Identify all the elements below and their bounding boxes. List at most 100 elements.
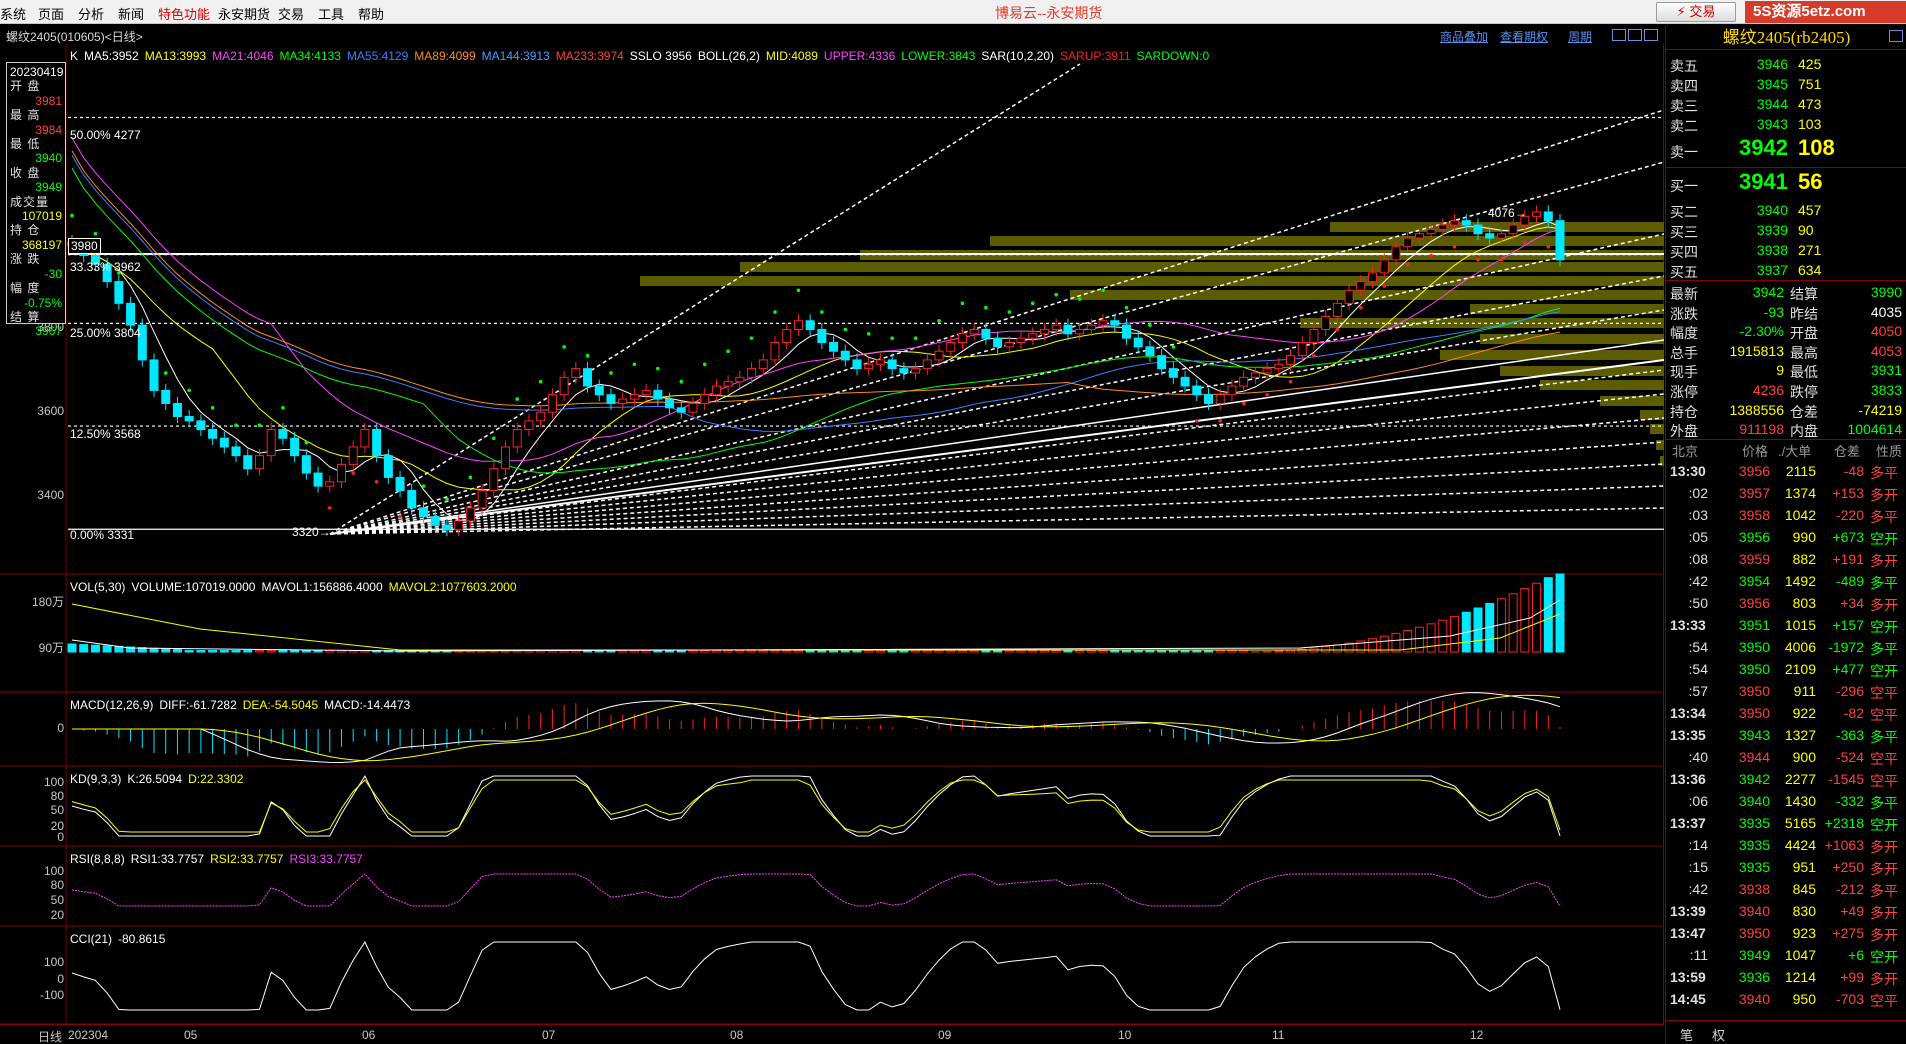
tick-row: 13:33 3951 1015 +157 空开 [1666, 614, 1906, 636]
tick-row: 13:39 3940 830 +49 多开 [1666, 900, 1906, 922]
view-options-link[interactable]: 查看期权 [1500, 28, 1548, 45]
stat-value: 911198 [1739, 421, 1784, 438]
menu-item-5[interactable]: 永安期货 [218, 4, 270, 23]
cci-legend-item-0: CCI(21) [70, 932, 113, 946]
candle-body [1121, 324, 1131, 339]
tick-volume: 2115 [1785, 463, 1816, 479]
chart-area[interactable]: K MA5:3952 MA13:3993 MA21:4046 MA34:4133 MA55… [0, 44, 1664, 1024]
tick-time: :11 [1689, 947, 1708, 963]
window-split-icon[interactable] [1628, 29, 1642, 41]
overlay-commodity-link[interactable]: 商品叠加 [1440, 28, 1488, 45]
candle-body [1309, 328, 1319, 344]
tick-row: 13:37 3935 5165 +2318 空开 [1666, 812, 1906, 834]
tick-volume: 1042 [1784, 507, 1816, 523]
volume-bar [911, 650, 921, 653]
info-line-12: 368197 [21, 237, 62, 252]
ask-row-3[interactable]: 卖二 3943 103 [1666, 114, 1906, 134]
candle-body [348, 446, 358, 465]
volume-bar [1086, 650, 1096, 653]
candle-body [665, 398, 675, 409]
sar-dot [1148, 323, 1152, 327]
menu-item-1[interactable]: 页面 [38, 4, 64, 23]
tab-rights[interactable]: 权 [1712, 1025, 1725, 1044]
candle-body [829, 342, 839, 352]
period-link[interactable]: 周期 [1568, 28, 1592, 45]
volume-bar [758, 650, 768, 653]
menu-item-3[interactable]: 新闻 [118, 4, 144, 23]
sar-dot [632, 362, 637, 367]
sar-dot [1194, 419, 1199, 423]
volume-bar [1063, 650, 1073, 653]
sar-dot [1218, 419, 1223, 423]
window-layout-icon[interactable] [1644, 29, 1658, 41]
fan-line-4 [329, 275, 1664, 535]
bid-row-4[interactable]: 买五 3937 634 [1666, 260, 1906, 280]
candle-body [161, 389, 171, 404]
ask-row-4[interactable]: 卖一 3942 108 [1666, 135, 1906, 164]
tick-row: :14 3935 4424 +1063 多开 [1666, 834, 1906, 856]
sar-dot [726, 349, 730, 354]
bid-price: 3938 [1756, 242, 1788, 258]
candle-body [1532, 211, 1542, 217]
ask-price: 3942 [1739, 135, 1788, 160]
tick-volume: 882 [1792, 551, 1816, 567]
tick-row: 13:47 3950 923 +275 多开 [1666, 922, 1906, 944]
tab-ticks[interactable]: 笔 [1680, 1025, 1693, 1044]
ask-row-0[interactable]: 卖五 3946 425 [1666, 54, 1906, 74]
volume-bar [1321, 646, 1331, 653]
menu-item-0[interactable]: 系统 [0, 4, 26, 23]
tick-oi-change: +157 [1832, 617, 1864, 633]
tick-time: :14 [1688, 837, 1708, 853]
candle-body [1227, 385, 1237, 396]
ask-row-1[interactable]: 卖四 3945 751 [1666, 74, 1906, 94]
chart-canvas[interactable] [0, 44, 1664, 1024]
tick-row: :54 3950 2109 +477 空开 [1666, 658, 1906, 680]
sar-dot [327, 506, 332, 510]
volume-profile-bar [640, 276, 1664, 286]
sar-dot [351, 471, 355, 475]
volume-bar [1121, 650, 1131, 653]
sar-dot [679, 379, 684, 384]
candle-body [1485, 233, 1495, 239]
sar-dot [773, 310, 777, 314]
menu-item-7[interactable]: 工具 [318, 4, 344, 23]
ask-row-2[interactable]: 卖三 3944 473 [1666, 94, 1906, 114]
candle-body [864, 363, 874, 370]
info-line-5: 最 低 [10, 137, 41, 152]
volume-bar [981, 650, 991, 653]
menu-item-4[interactable]: 特色功能 [158, 4, 210, 23]
candle-body [149, 359, 159, 391]
ask-volume: 473 [1798, 96, 1822, 112]
tick-row: :40 3944 900 -524 空平 [1666, 746, 1906, 768]
info-line-16: -0.75% [23, 295, 62, 310]
panel-toggle-icon[interactable] [1889, 30, 1903, 42]
bid-row-0[interactable]: 买一 3941 56 [1666, 169, 1906, 198]
candle-body [1297, 342, 1307, 357]
tick-row: 13:35 3943 1327 -363 多平 [1666, 724, 1906, 746]
sar-dot [93, 231, 98, 236]
bid-row-2[interactable]: 买三 3939 90 [1666, 220, 1906, 240]
window-restore-icon[interactable] [1612, 29, 1626, 41]
bar-info-box: 20230419 开 盘 3981 最 高 3984 最 低 3940 收 盘 3949 成交量 1… [6, 62, 66, 338]
tick-nature: 多开 [1870, 597, 1898, 613]
sar-dot [609, 371, 613, 375]
tick-nature: 空开 [1870, 949, 1898, 965]
trade-button[interactable]: ⚡ 交易 [1656, 2, 1736, 22]
candle-body [336, 463, 346, 483]
sar-dot [1429, 253, 1433, 258]
kd-legend-item-0: KD(9,3,3) [70, 772, 122, 786]
candle-body [442, 524, 452, 531]
stat-value: 1388556 [1729, 401, 1784, 418]
bid-row-3[interactable]: 买四 3938 271 [1666, 240, 1906, 260]
vol-y-label-180: 180万 [31, 595, 64, 609]
candle-body [770, 342, 780, 361]
candle-body [407, 489, 417, 509]
ma-legend-item-3: MA34:4133 [279, 49, 341, 63]
bid-row-1[interactable]: 买二 3940 457 [1666, 200, 1906, 220]
menu-item-2[interactable]: 分析 [78, 4, 104, 23]
menu-item-6[interactable]: 交易 [278, 4, 304, 23]
volume-bar [196, 650, 206, 653]
sar-dot [796, 288, 801, 293]
tick-price: 3940 [1738, 903, 1770, 919]
menu-item-8[interactable]: 帮助 [358, 4, 384, 23]
